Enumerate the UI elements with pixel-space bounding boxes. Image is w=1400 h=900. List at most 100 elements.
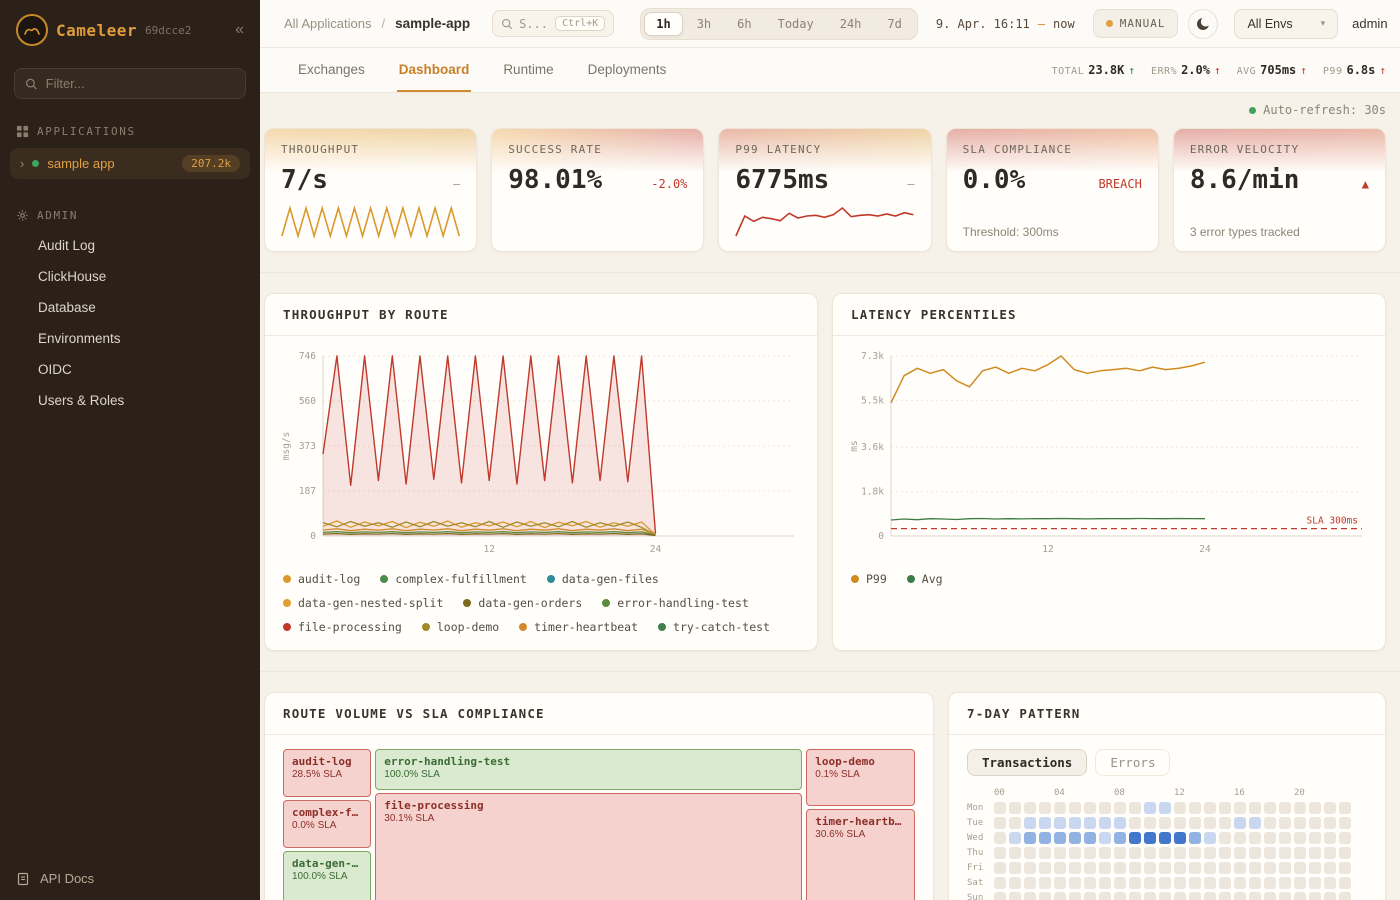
heatmap-cell[interactable] bbox=[1204, 862, 1216, 874]
heatmap-cell[interactable] bbox=[1324, 862, 1336, 874]
heatmap-cell[interactable] bbox=[1204, 817, 1216, 829]
heatmap-cell[interactable] bbox=[1294, 877, 1306, 889]
heatmap-cell[interactable] bbox=[1114, 817, 1126, 829]
heatmap-cell[interactable] bbox=[1279, 862, 1291, 874]
heatmap-cell[interactable] bbox=[1219, 892, 1231, 900]
heatmap-cell[interactable] bbox=[994, 817, 1006, 829]
heatmap-cell[interactable] bbox=[1339, 832, 1351, 844]
heatmap-cell[interactable] bbox=[1114, 847, 1126, 859]
heatmap-cell[interactable] bbox=[1219, 832, 1231, 844]
heatmap-cell[interactable] bbox=[1234, 832, 1246, 844]
heatmap-cell[interactable] bbox=[1309, 862, 1321, 874]
manual-refresh-button[interactable]: MANUAL bbox=[1093, 9, 1179, 38]
treemap-cell-loop-demo[interactable]: loop-demo0.1% SLA bbox=[806, 749, 915, 806]
heatmap-cell[interactable] bbox=[1069, 832, 1081, 844]
heatmap-cell[interactable] bbox=[1204, 877, 1216, 889]
heatmap-cell[interactable] bbox=[1009, 817, 1021, 829]
heatmap-cell[interactable] bbox=[1279, 802, 1291, 814]
heatmap-cell[interactable] bbox=[1024, 802, 1036, 814]
heatmap-cell[interactable] bbox=[1024, 847, 1036, 859]
heatmap-cell[interactable] bbox=[1099, 832, 1111, 844]
heatmap-cell[interactable] bbox=[1219, 817, 1231, 829]
treemap-cell-file-processing[interactable]: file-processing30.1% SLA bbox=[375, 793, 802, 900]
heatmap-cell[interactable] bbox=[994, 847, 1006, 859]
heatmap-cell[interactable] bbox=[1054, 892, 1066, 900]
sidebar-item-environments[interactable]: Environments bbox=[0, 323, 260, 354]
heatmap-cell[interactable] bbox=[994, 802, 1006, 814]
heatmap-cell[interactable] bbox=[1129, 802, 1141, 814]
heatmap-cell[interactable] bbox=[1339, 877, 1351, 889]
tab-runtime[interactable]: Runtime bbox=[501, 48, 555, 92]
legend-item-audit-log[interactable]: audit-log bbox=[283, 572, 360, 586]
tab-dashboard[interactable]: Dashboard bbox=[397, 48, 472, 92]
heatmap-cell[interactable] bbox=[1114, 877, 1126, 889]
heatmap-cell[interactable] bbox=[1174, 877, 1186, 889]
treemap-cell-audit-log[interactable]: audit-log28.5% SLA bbox=[283, 749, 371, 797]
heatmap-cell[interactable] bbox=[1024, 862, 1036, 874]
legend-item-error-handling-test[interactable]: error-handling-test bbox=[602, 596, 749, 610]
treemap-cell-complex-fulfillment[interactable]: complex-fulfillment0.0% SLA bbox=[283, 800, 371, 848]
heatmap-cell[interactable] bbox=[1249, 832, 1261, 844]
heatmap-cell[interactable] bbox=[1144, 877, 1156, 889]
heatmap-cell[interactable] bbox=[1054, 847, 1066, 859]
heatmap-cell[interactable] bbox=[1324, 832, 1336, 844]
heatmap-cell[interactable] bbox=[1174, 832, 1186, 844]
heatmap-cell[interactable] bbox=[1279, 817, 1291, 829]
heatmap-cell[interactable] bbox=[1264, 832, 1276, 844]
heatmap-cell[interactable] bbox=[1324, 877, 1336, 889]
heatmap-cell[interactable] bbox=[1129, 892, 1141, 900]
time-range-7d[interactable]: 7d bbox=[875, 12, 913, 36]
heatmap-cell[interactable] bbox=[1189, 892, 1201, 900]
heatmap-cell[interactable] bbox=[1099, 817, 1111, 829]
heatmap-cell[interactable] bbox=[1024, 832, 1036, 844]
heatmap-cell[interactable] bbox=[1144, 847, 1156, 859]
heatmap-cell[interactable] bbox=[994, 832, 1006, 844]
heatmap-cell[interactable] bbox=[1189, 832, 1201, 844]
heatmap-cell[interactable] bbox=[1099, 877, 1111, 889]
heatmap-cell[interactable] bbox=[1174, 802, 1186, 814]
treemap-cell-data-gen-files[interactable]: data-gen-files100.0% SLA bbox=[283, 851, 371, 900]
heatmap-cell[interactable] bbox=[1294, 892, 1306, 900]
time-range-1h[interactable]: 1h bbox=[644, 12, 682, 36]
tab-deployments[interactable]: Deployments bbox=[586, 48, 669, 92]
heatmap-cell[interactable] bbox=[1189, 802, 1201, 814]
heatmap-cell[interactable] bbox=[1039, 832, 1051, 844]
heatmap-cell[interactable] bbox=[1264, 847, 1276, 859]
heatmap-cell[interactable] bbox=[1234, 817, 1246, 829]
heatmap-cell[interactable] bbox=[1054, 817, 1066, 829]
breadcrumb-root[interactable]: All Applications bbox=[284, 16, 371, 31]
treemap-cell-error-handling-test[interactable]: error-handling-test100.0% SLA bbox=[375, 749, 802, 790]
dark-mode-toggle[interactable] bbox=[1188, 9, 1218, 39]
heatmap-cell[interactable] bbox=[1324, 817, 1336, 829]
filter-input[interactable] bbox=[46, 76, 235, 91]
heatmap-cell[interactable] bbox=[1069, 817, 1081, 829]
treemap-cell-timer-heartbeat[interactable]: timer-heartbeat30.6% SLA bbox=[806, 809, 915, 900]
heatmap-cell[interactable] bbox=[1219, 802, 1231, 814]
heatmap-cell[interactable] bbox=[1084, 892, 1096, 900]
heatmap-cell[interactable] bbox=[1324, 892, 1336, 900]
heatmap-cell[interactable] bbox=[1009, 832, 1021, 844]
heatmap-cell[interactable] bbox=[1084, 847, 1096, 859]
heatmap-cell[interactable] bbox=[1264, 892, 1276, 900]
sidebar-item-oidc[interactable]: OIDC bbox=[0, 354, 260, 385]
heatmap-cell[interactable] bbox=[1159, 862, 1171, 874]
sidebar-item-clickhouse[interactable]: ClickHouse bbox=[0, 261, 260, 292]
heatmap-cell[interactable] bbox=[994, 862, 1006, 874]
heatmap-cell[interactable] bbox=[1324, 802, 1336, 814]
global-search[interactable]: Ctrl+K bbox=[492, 10, 614, 37]
heatmap-cell[interactable] bbox=[1129, 862, 1141, 874]
heatmap-cell[interactable] bbox=[1324, 847, 1336, 859]
tab-exchanges[interactable]: Exchanges bbox=[296, 48, 367, 92]
heatmap-cell[interactable] bbox=[1204, 832, 1216, 844]
heatmap-cell[interactable] bbox=[1009, 847, 1021, 859]
heatmap-cell[interactable] bbox=[1129, 832, 1141, 844]
search-input[interactable] bbox=[519, 17, 549, 31]
heatmap-cell[interactable] bbox=[1219, 862, 1231, 874]
heatmap-cell[interactable] bbox=[1219, 877, 1231, 889]
legend-item-p99[interactable]: P99 bbox=[851, 572, 887, 586]
heatmap-cell[interactable] bbox=[1249, 862, 1261, 874]
heatmap-cell[interactable] bbox=[1264, 802, 1276, 814]
heatmap-cell[interactable] bbox=[1114, 862, 1126, 874]
legend-item-timer-heartbeat[interactable]: timer-heartbeat bbox=[519, 620, 638, 634]
heatmap-cell[interactable] bbox=[1339, 892, 1351, 900]
